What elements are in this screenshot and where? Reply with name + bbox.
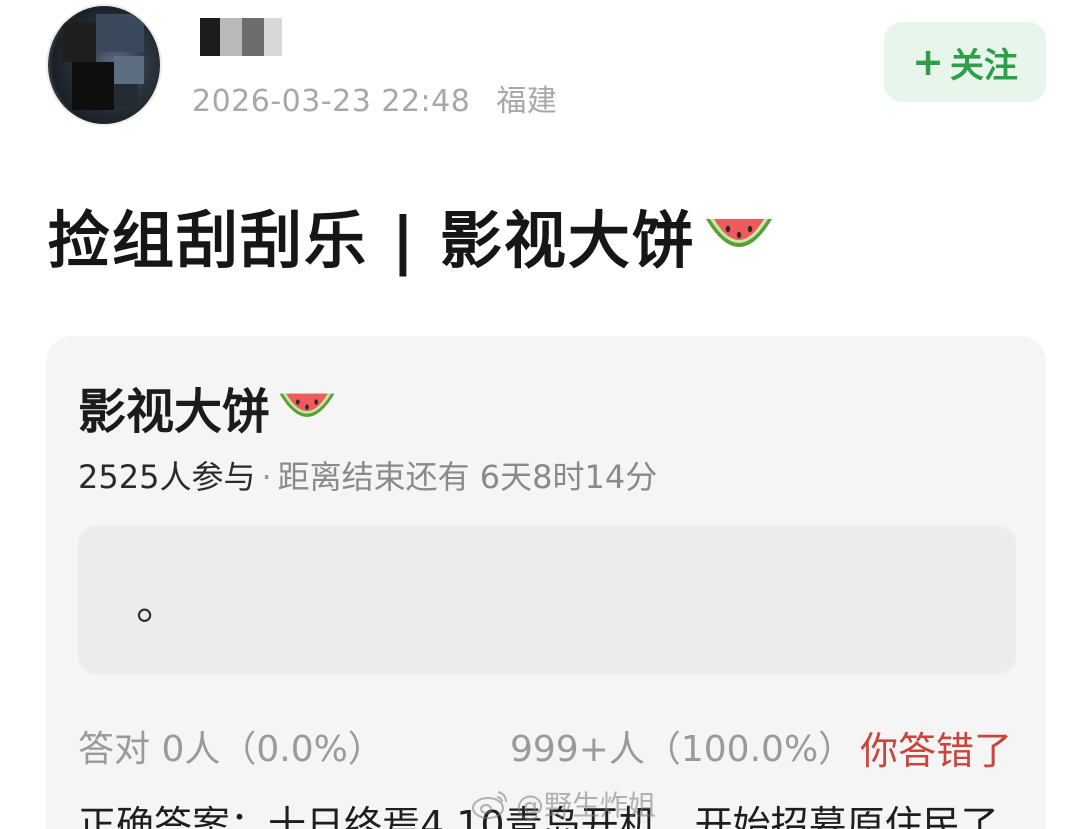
participant-count: 2525人参与 bbox=[78, 458, 256, 496]
username-redacted[interactable] bbox=[200, 18, 282, 56]
follow-button[interactable]: + 关注 bbox=[884, 22, 1046, 102]
avatar[interactable] bbox=[46, 4, 162, 126]
post-title: 捡组刮刮乐 | 影视大饼 bbox=[48, 190, 776, 280]
follow-button-label: 关注 bbox=[949, 45, 1018, 86]
mosaic-block bbox=[220, 18, 242, 56]
watermelon-icon bbox=[279, 393, 335, 417]
avatar-mosaic bbox=[62, 22, 96, 62]
separator-dot: · bbox=[261, 458, 272, 496]
quiz-card[interactable]: 影视大饼 2525人参与 · 距离结束还有 6天8时14分 。 答对 0人（0.0%… bbox=[46, 336, 1046, 829]
post-meta: 2026-03-23 22:48 福建 bbox=[192, 76, 557, 120]
correct-count: 答对 0人（0.0%） bbox=[78, 729, 384, 770]
post-timestamp: 2026-03-23 22:48 bbox=[192, 84, 471, 119]
mosaic-block bbox=[264, 18, 282, 56]
wrong-count: 999+人（100.0%） bbox=[510, 729, 855, 770]
avatar-mosaic bbox=[96, 14, 144, 52]
result-status: 你答错了 bbox=[860, 729, 1013, 773]
post-location: 福建 bbox=[496, 84, 558, 119]
watermark: @野生炸姐 bbox=[470, 784, 656, 824]
plus-icon: + bbox=[912, 40, 944, 84]
time-remaining: 距离结束还有 6天8时14分 bbox=[277, 458, 658, 496]
post-title-text: 捡组刮刮乐 | 影视大饼 bbox=[48, 204, 696, 277]
avatar-mosaic bbox=[114, 84, 138, 108]
avatar-mosaic bbox=[72, 62, 114, 110]
quiz-title-text: 影视大饼 bbox=[78, 384, 271, 440]
post-page: 2026-03-23 22:48 福建 + 关注 捡组刮刮乐 | 影视大饼 影视… bbox=[0, 0, 1092, 829]
avatar-mosaic bbox=[114, 56, 144, 84]
quiz-subtitle: 2525人参与 · 距离结束还有 6天8时14分 bbox=[78, 452, 657, 498]
mosaic-block bbox=[242, 18, 264, 56]
quiz-stats: 答对 0人（0.0%） 999+人（100.0%） 你答错了 bbox=[78, 720, 1016, 773]
answer-option-text: 。 bbox=[136, 579, 180, 630]
quiz-title: 影视大饼 bbox=[78, 372, 338, 442]
watermark-text: @野生炸姐 bbox=[516, 789, 657, 822]
watermelon-icon bbox=[705, 219, 772, 247]
answer-option[interactable]: 。 bbox=[78, 526, 1016, 674]
weibo-icon bbox=[472, 791, 507, 819]
mosaic-block bbox=[200, 18, 220, 56]
